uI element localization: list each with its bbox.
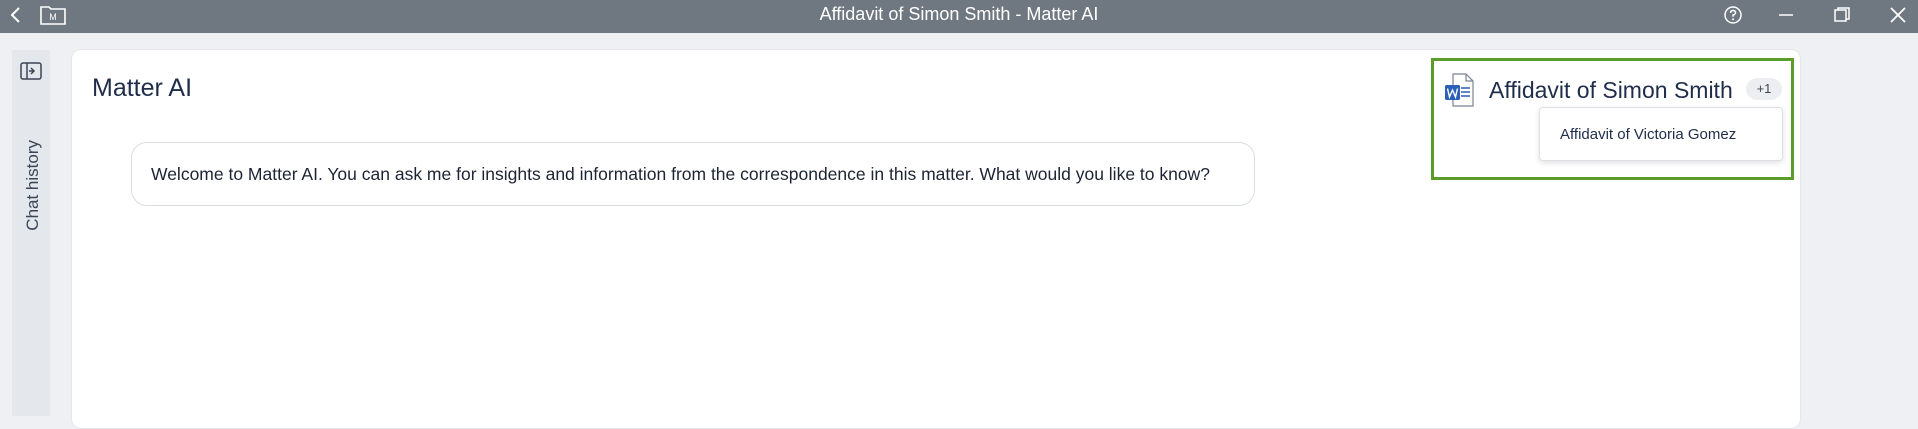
minimize-button[interactable]	[1770, 0, 1802, 29]
additional-documents-badge[interactable]: +1	[1746, 78, 1782, 100]
page-title: Matter AI	[92, 74, 193, 102]
selected-document-title[interactable]: Affidavit of Simon Smith	[1489, 77, 1733, 104]
document-dropdown: Affidavit of Victoria Gomez	[1539, 107, 1783, 161]
document-selector[interactable]: Affidavit of Simon Smith +1 Affidavit of…	[1431, 58, 1794, 180]
chat-history-label[interactable]: Chat history	[23, 140, 43, 231]
restore-button[interactable]	[1826, 0, 1858, 29]
chat-history-rail[interactable]: Chat history	[12, 50, 50, 416]
expand-panel-icon[interactable]	[20, 62, 42, 80]
help-icon	[1724, 5, 1742, 24]
close-icon	[1890, 6, 1906, 23]
minimize-icon	[1779, 13, 1793, 16]
assistant-welcome-message: Welcome to Matter AI. You can ask me for…	[131, 142, 1255, 206]
document-option[interactable]: Affidavit of Victoria Gomez	[1560, 108, 1736, 162]
close-button[interactable]	[1882, 0, 1914, 29]
title-bar: M Affidavit of Simon Smith - Matter AI	[0, 0, 1918, 33]
restore-icon	[1834, 6, 1850, 22]
word-document-icon	[1445, 73, 1474, 107]
window-title: Affidavit of Simon Smith - Matter AI	[819, 4, 1099, 24]
help-button[interactable]	[1718, 0, 1748, 29]
